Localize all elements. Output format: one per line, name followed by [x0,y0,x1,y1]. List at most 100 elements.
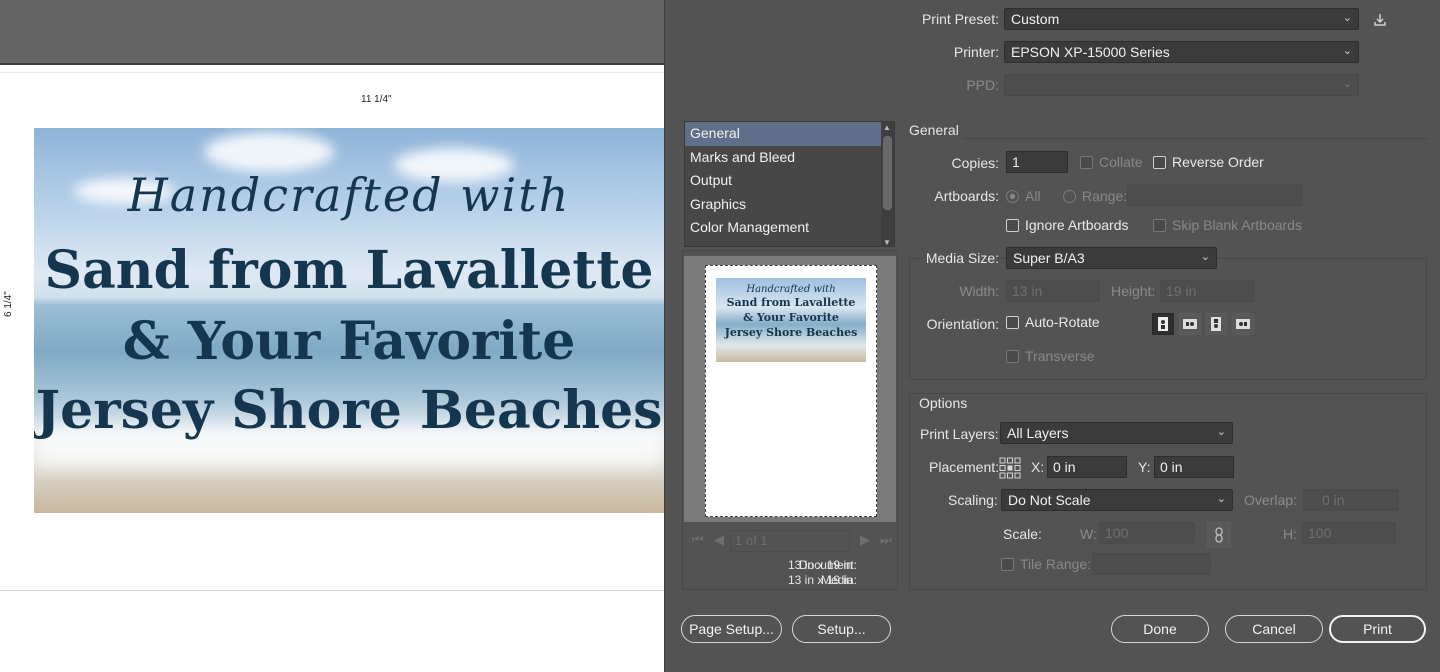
tile-range-input[interactable] [1092,553,1211,575]
y-label: Y: [1138,459,1151,475]
beach-artwork: Handcrafted with Sand from Lavallette & … [34,128,664,513]
scaling-value: Do Not Scale [1008,492,1091,508]
chevron-down-icon: ⌄ [1342,45,1352,57]
placement-grid-icon[interactable] [999,457,1021,482]
scroll-thumb[interactable] [883,136,892,210]
skip-blank-checkbox[interactable]: Skip Blank Artboards [1153,217,1302,233]
reverse-portrait-icon [1211,317,1221,331]
orientation-reverse-landscape-button[interactable] [1232,313,1254,335]
cancel-button[interactable]: Cancel [1225,615,1323,643]
save-preset-icon [1374,14,1386,26]
print-layers-select[interactable]: All Layers ⌄ [1000,422,1233,444]
reverse-order-checkbox[interactable]: Reverse Order [1153,154,1264,170]
copies-input[interactable]: 1 [1006,151,1068,173]
placement-grid-svg [999,457,1021,479]
auto-rotate-box[interactable] [1006,315,1019,329]
chevron-down-icon: ⌄ [1200,251,1210,263]
category-list[interactable]: General Marks and Bleed Output Graphics Colo… [684,121,895,247]
category-item-general[interactable]: General [685,122,894,146]
category-item-marks-and-bleed[interactable]: Marks and Bleed [685,146,894,170]
print-preset-select[interactable]: Custom ⌄ [1004,8,1359,30]
ignore-artboards-checkbox[interactable]: Ignore Artboards [1006,217,1129,233]
portrait-icon [1158,317,1168,331]
artboards-all-radio[interactable]: All [1006,188,1041,204]
x-input[interactable]: 0 in [1047,456,1127,478]
collate-box[interactable] [1080,155,1093,169]
scale-h-label: H: [1283,526,1297,542]
art-line-2: & Your Favorite [122,311,576,372]
artboards-range-label: Range: [1082,188,1128,204]
category-item-graphics[interactable]: Graphics [685,193,894,217]
ignore-artboards-box[interactable] [1006,218,1019,232]
printer-value: EPSON XP-15000 Series [1011,44,1170,60]
art-script-line: Handcrafted with [127,168,571,222]
artboard-width-label: 11 1/4" [361,94,392,105]
collate-checkbox[interactable]: Collate [1080,154,1143,170]
chevron-down-icon: ⌄ [1216,493,1226,505]
save-preset-button[interactable] [1369,9,1391,31]
art-line-3: Jersey Shore Beaches [35,380,663,441]
tile-range-checkbox[interactable]: Tile Range: [1001,556,1091,572]
preview-panel [682,250,898,590]
artboards-label: Artboards: [934,188,999,204]
radio-all-dot[interactable] [1006,189,1019,203]
category-item-output[interactable]: Output [685,169,894,193]
cloud-shape [204,132,334,172]
auto-rotate-checkbox[interactable]: Auto-Rotate [1006,314,1100,330]
artboards-all-label: All [1025,188,1041,204]
radio-range-dot[interactable] [1063,189,1076,203]
artboards-range-input[interactable] [1127,184,1302,206]
transverse-checkbox[interactable]: Transverse [1006,348,1095,364]
artboard-height-label: 6 1/4" [3,291,14,317]
media-size-value-field: Super B/A3 [1013,250,1085,266]
page-setup-button[interactable]: Page Setup... [681,615,782,643]
tile-range-label: Tile Range: [1020,556,1092,572]
category-item-advanced[interactable]: Advanced [685,240,894,247]
scale-w-input[interactable]: 100 [1099,522,1195,544]
y-input[interactable]: 0 in [1154,456,1234,478]
done-button[interactable]: Done [1111,615,1209,643]
options-section-title: Options [919,395,968,411]
print-button[interactable]: Print [1329,615,1426,643]
scaling-label: Scaling: [948,492,998,508]
transverse-box[interactable] [1006,349,1019,363]
reverse-order-box[interactable] [1153,155,1166,169]
overlap-input[interactable]: 0 in [1303,489,1399,511]
scroll-up-icon[interactable]: ▲ [883,123,891,132]
overlap-label: Overlap: [1244,492,1297,508]
category-item-color-management[interactable]: Color Management [685,216,894,240]
ppd-select[interactable]: ⌄ [1004,74,1359,96]
tile-range-box[interactable] [1001,557,1014,571]
copies-label: Copies: [951,155,999,171]
height-input[interactable]: 19 in [1160,280,1254,302]
chevron-down-icon: ⌄ [1342,78,1352,90]
artboards-range-radio[interactable]: Range: [1063,188,1127,204]
skip-blank-box[interactable] [1153,218,1166,232]
scale-label: Scale: [1003,526,1042,542]
x-label: X: [1031,459,1045,475]
scale-h-input[interactable]: 100 [1302,522,1396,544]
ignore-artboards-label: Ignore Artboards [1025,217,1129,233]
chevron-down-icon: ⌄ [1342,12,1352,24]
orientation-landscape-button[interactable] [1179,313,1201,335]
auto-rotate-label: Auto-Rotate [1025,314,1100,330]
scroll-down-icon[interactable]: ▼ [883,238,891,246]
transverse-label: Transverse [1025,348,1095,364]
artboard-guide-top [0,72,664,73]
setup-button[interactable]: Setup... [792,615,891,643]
placement-label: Placement: [929,459,1000,475]
media-size-select[interactable]: Super B/A3 ⌄ [1006,247,1217,269]
orientation-portrait-button[interactable] [1152,313,1174,335]
category-scrollbar[interactable]: ▲ ▼ [881,122,894,246]
collate-label: Collate [1099,154,1143,170]
orientation-reverse-portrait-button[interactable] [1205,313,1227,335]
printer-select[interactable]: EPSON XP-15000 Series ⌄ [1004,41,1359,63]
canvas-pasteboard [0,0,664,63]
scaling-select[interactable]: Do Not Scale ⌄ [1001,489,1233,511]
print-preset-label: Print Preset: [921,11,999,27]
constrain-proportions-button[interactable] [1207,522,1231,548]
width-input[interactable]: 13 in [1006,280,1100,302]
print-preset-value: Custom [1011,11,1060,27]
media-size-label-field: Media Size: [921,250,999,266]
skip-blank-label: Skip Blank Artboards [1172,217,1302,233]
